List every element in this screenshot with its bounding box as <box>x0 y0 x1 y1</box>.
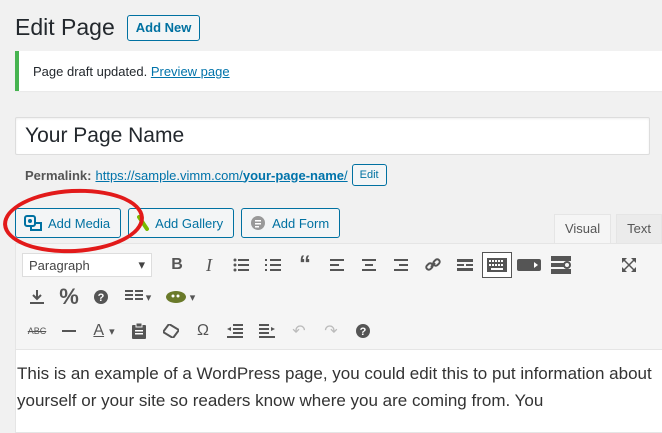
plugin-icon[interactable]: ▾ <box>160 284 200 310</box>
bullet-list-icon[interactable] <box>226 252 256 278</box>
align-left-icon[interactable] <box>322 252 352 278</box>
add-gallery-button[interactable]: Add Gallery <box>128 208 235 238</box>
download-icon[interactable] <box>22 284 52 310</box>
blockquote-icon[interactable]: “ <box>290 251 320 278</box>
permalink-trail: / <box>344 167 348 183</box>
help-icon[interactable]: ? <box>86 284 116 310</box>
toolbar-row-3: ABC A ▾ Ω ↶ ↷ ? <box>22 318 380 344</box>
title-input[interactable]: Your Page Name <box>15 117 650 155</box>
editor: Paragraph ▾ B I “ % ? ▾ ▾ ABC A ▾ Ω ↶ ↷ … <box>15 243 662 433</box>
outdent-icon[interactable] <box>220 318 250 344</box>
italic-icon[interactable]: I <box>194 252 224 278</box>
tab-visual[interactable]: Visual <box>553 214 612 244</box>
numbered-list-icon[interactable] <box>258 252 288 278</box>
permalink-label: Permalink: <box>25 167 92 183</box>
editor-toolbar: Paragraph ▾ B I “ % ? ▾ ▾ ABC A ▾ Ω ↶ ↷ … <box>16 244 662 350</box>
svg-text:?: ? <box>360 326 367 338</box>
page-title: Edit Page <box>15 14 115 40</box>
add-form-button[interactable]: Add Form <box>241 208 341 238</box>
link-icon[interactable] <box>418 252 448 278</box>
svg-text:?: ? <box>98 292 105 304</box>
add-form-label: Add Form <box>272 215 330 231</box>
update-notice: Page draft updated. Preview page <box>15 51 662 91</box>
read-more-icon[interactable] <box>450 252 480 278</box>
bold-icon[interactable]: B <box>162 252 192 278</box>
keyboard-icon[interactable] <box>482 252 512 278</box>
permalink: Permalink: https://sample.vimm.com/your-… <box>25 164 387 186</box>
special-character-icon[interactable]: Ω <box>188 318 218 344</box>
fullscreen-icon[interactable] <box>614 252 644 278</box>
table-settings-icon[interactable] <box>546 252 576 278</box>
keyboard-shortcuts-icon[interactable]: ? <box>348 318 378 344</box>
add-new-button[interactable]: Add New <box>126 14 201 41</box>
editor-tabs: Visual Text <box>549 214 662 244</box>
notice-text: Page draft updated. <box>33 64 148 79</box>
format-select[interactable]: Paragraph ▾ <box>22 253 152 277</box>
toolbar-row-1: Paragraph ▾ B I “ <box>22 251 646 278</box>
align-center-icon[interactable] <box>354 252 384 278</box>
permalink-slug: your-page-name <box>242 167 344 183</box>
clear-formatting-icon[interactable] <box>156 318 186 344</box>
chevron-down-icon: ▾ <box>138 257 145 272</box>
align-right-icon[interactable] <box>386 252 416 278</box>
redo-icon[interactable]: ↷ <box>316 318 346 344</box>
toggle-icon[interactable] <box>514 252 544 278</box>
percent-icon[interactable]: % <box>54 284 84 310</box>
format-select-value: Paragraph <box>29 257 90 273</box>
editor-content[interactable]: This is an example of a WordPress page, … <box>16 350 662 424</box>
tab-text[interactable]: Text <box>616 214 662 244</box>
permalink-link[interactable]: https://sample.vimm.com/your-page-name/ <box>95 168 347 183</box>
paste-text-icon[interactable] <box>124 318 154 344</box>
indent-icon[interactable] <box>252 318 282 344</box>
add-gallery-label: Add Gallery <box>155 215 224 231</box>
columns-icon[interactable]: ▾ <box>118 284 158 310</box>
permalink-edit-button[interactable]: Edit <box>351 164 387 186</box>
form-icon <box>250 215 266 231</box>
permalink-base: https://sample.vimm.com/ <box>95 167 243 183</box>
horizontal-line-icon[interactable] <box>54 318 84 344</box>
heading-row: Edit Page Add New <box>15 14 201 41</box>
strikethrough-icon[interactable]: ABC <box>22 318 52 344</box>
preview-link[interactable]: Preview page <box>151 64 230 79</box>
undo-icon[interactable]: ↶ <box>284 318 314 344</box>
toolbar-row-2: % ? ▾ ▾ <box>22 284 202 310</box>
text-color-icon[interactable]: A ▾ <box>86 318 122 344</box>
